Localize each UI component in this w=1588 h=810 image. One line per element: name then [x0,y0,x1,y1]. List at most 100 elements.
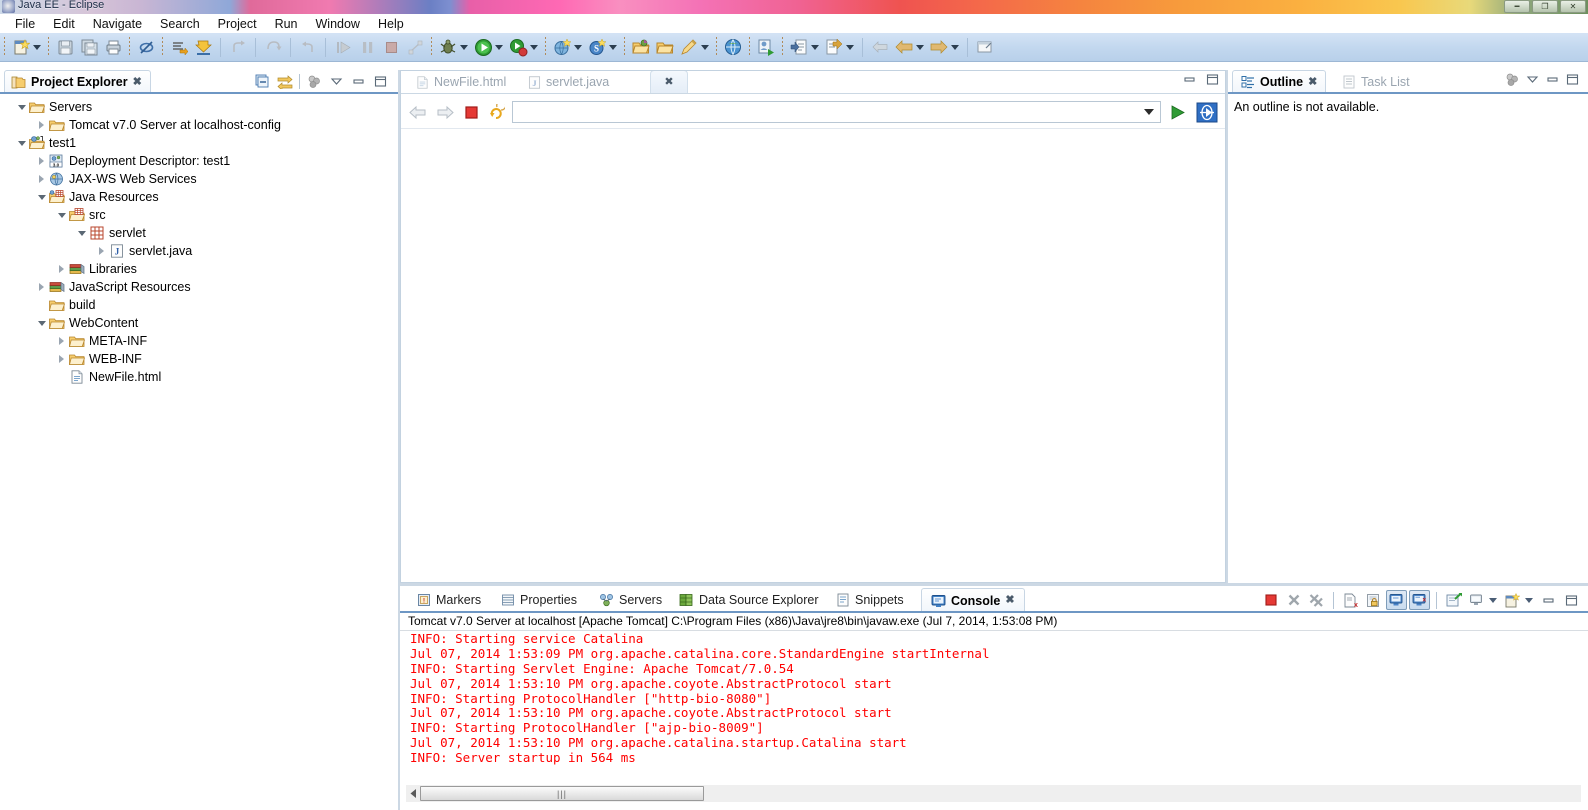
tree-item-src[interactable]: src [0,206,398,224]
tab-newfile-html[interactable]: NewFile.html [406,70,516,94]
import-button[interactable] [788,36,810,58]
back-history-button[interactable] [869,36,891,58]
terminate-button[interactable] [380,36,402,58]
scroll-left-arrow-icon[interactable] [406,786,420,801]
forward-button[interactable] [928,36,950,58]
save-all-button[interactable] [78,36,100,58]
back-dropdown-caret[interactable] [916,44,924,50]
run-server-dropdown-caret[interactable] [530,44,538,50]
open-console-icon[interactable] [1443,590,1464,610]
browser-url-input[interactable] [512,101,1161,123]
window-controls[interactable]: ━ ❐ ✕ [1504,0,1586,13]
tree-item-servlet-package[interactable]: servlet [0,224,398,242]
new-server-dropdown-caret[interactable] [609,44,617,50]
tree-item-web-inf[interactable]: WEB-INF [0,350,398,368]
new-console-caret-icon[interactable] [1525,597,1533,603]
close-icon[interactable]: ✖ [133,76,142,88]
close-window-button[interactable]: ✕ [1560,0,1586,13]
tab-servlet-java[interactable]: J servlet.java [518,70,619,94]
browser-forward-icon[interactable] [434,103,457,122]
tab-servers[interactable]: Servers [590,588,671,612]
tree-item-java-resources[interactable]: Java Resources [0,188,398,206]
open-folder-button[interactable] [654,36,676,58]
edit-button[interactable] [678,36,700,58]
twisty-collapsed-icon[interactable] [36,120,47,131]
tree-item-tomcat-config[interactable]: Tomcat v7.0 Server at localhost-config [0,116,398,134]
menu-search[interactable]: Search [151,16,209,32]
twisty-collapsed-icon[interactable] [56,336,67,347]
new-wizard-dropdown-caret[interactable] [33,44,41,50]
tab-markers[interactable]: ! Markers [408,588,490,612]
tab-task-list[interactable]: Task List [1334,70,1418,93]
minimize-icon[interactable] [349,72,368,91]
print-button[interactable] [102,36,124,58]
annotation-button[interactable] [974,36,996,58]
menu-edit[interactable]: Edit [44,16,84,32]
minimize-icon[interactable] [1545,72,1560,87]
new-server-button[interactable]: S [586,36,608,58]
console-output[interactable]: INFO: Starting service Catalina Jul 07, … [400,632,1588,772]
link-with-editor-icon[interactable] [275,72,294,91]
tab-properties[interactable]: Properties [492,588,586,612]
chevron-down-icon[interactable] [1144,109,1154,115]
twisty-collapsed-icon[interactable] [96,246,107,257]
twisty-collapsed-icon[interactable] [36,174,47,185]
web-project-dropdown-caret[interactable] [574,44,582,50]
browser-go-icon[interactable] [1166,104,1189,121]
minimize-window-button[interactable]: ━ [1504,0,1530,13]
browser-refresh-icon[interactable] [486,103,507,121]
panel-divider-right[interactable] [1226,70,1228,583]
twisty-expanded-icon[interactable] [36,192,47,203]
twisty-expanded-icon[interactable] [16,138,27,149]
tree-item-deployment-descriptor[interactable]: 3.0 Deployment Descriptor: test1 [0,152,398,170]
tree-item-newfile-html[interactable]: NewFile.html [0,368,398,386]
panel-divider-left[interactable] [398,70,400,810]
maximize-icon[interactable] [1561,590,1582,610]
tree-item-test1[interactable]: test1 [0,134,398,152]
new-console-view-icon[interactable] [1502,590,1523,610]
twisty-collapsed-icon[interactable] [56,354,67,365]
debug-dropdown-caret[interactable] [460,44,468,50]
close-icon[interactable]: ✖ [664,77,673,88]
run-button[interactable] [472,36,494,58]
remove-launch-icon[interactable] [1283,590,1304,610]
twisty-collapsed-icon[interactable] [56,264,67,275]
twisty-expanded-icon[interactable] [16,102,27,113]
collapse-all-icon[interactable] [253,72,272,91]
display-console-icon[interactable]: x [1409,590,1430,610]
menu-project[interactable]: Project [209,16,266,32]
display-selected-caret-icon[interactable] [1489,597,1497,603]
tab-internal-browser[interactable]: ✖ [650,70,688,94]
export-dropdown-caret[interactable] [846,44,854,50]
disconnect-button[interactable] [404,36,426,58]
console-horizontal-scrollbar[interactable]: ||| [406,785,1581,802]
view-menu-caret-icon[interactable] [1525,72,1540,87]
link-break-button[interactable] [135,36,157,58]
publish-button[interactable] [192,36,214,58]
display-selected-console-icon[interactable] [1466,590,1487,610]
build-all-button[interactable] [168,36,190,58]
edit-dropdown-caret[interactable] [701,44,709,50]
menu-navigate[interactable]: Navigate [84,16,151,32]
browser-back-icon[interactable] [406,103,429,122]
menu-run[interactable]: Run [266,16,307,32]
close-icon[interactable]: ✖ [1308,76,1317,88]
tree-item-servers[interactable]: Servers [0,98,398,116]
view-menu-icon[interactable] [1505,72,1520,87]
suspend-button[interactable] [356,36,378,58]
step-over-button[interactable] [297,36,319,58]
clear-console-icon[interactable]: x [1340,590,1361,610]
globe-button[interactable] [722,36,744,58]
remove-all-launches-icon[interactable] [1306,590,1327,610]
tree-item-javascript-resources[interactable]: JavaScript Resources [0,278,398,296]
tree-item-meta-inf[interactable]: META-INF [0,332,398,350]
tab-console[interactable]: Console ✖ [921,588,1025,612]
twisty-collapsed-icon[interactable] [36,282,47,293]
twisty-expanded-icon[interactable] [76,228,87,239]
twisty-expanded-icon[interactable] [36,318,47,329]
back-button[interactable] [893,36,915,58]
resume-button[interactable] [332,36,354,58]
open-package-button[interactable] [630,36,652,58]
save-button[interactable] [54,36,76,58]
tab-outline[interactable]: Outline ✖ [1232,70,1327,93]
